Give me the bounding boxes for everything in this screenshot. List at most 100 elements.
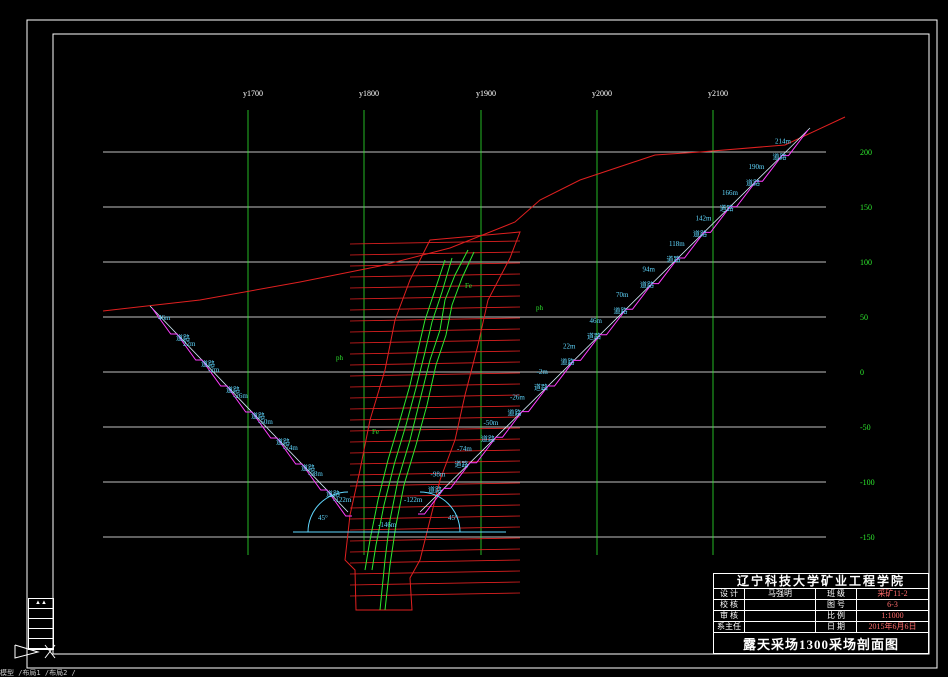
ore-label-fe: Fe bbox=[372, 428, 379, 436]
hatch-line bbox=[349, 449, 521, 454]
bench-label-left: -122m bbox=[333, 496, 352, 504]
terrain-line bbox=[102, 116, 846, 312]
road-label: 道路 bbox=[773, 152, 787, 161]
pit-bottom bbox=[293, 491, 506, 533]
pit-slopes bbox=[149, 127, 811, 513]
elevation-label: 100 bbox=[860, 258, 872, 267]
hatch-line bbox=[349, 339, 521, 344]
bench-label-right: -74m bbox=[457, 445, 472, 453]
elevation-label: -100 bbox=[860, 478, 875, 487]
institution-name: 辽宁科技大学矿业工程学院 bbox=[714, 574, 928, 589]
title-block-cell: 采矿11-2 bbox=[877, 589, 908, 598]
bench-label-right: 46m bbox=[590, 317, 603, 325]
title-block-cell bbox=[745, 600, 816, 610]
title-block-row: 校 核 图 号 6-3 bbox=[714, 600, 928, 611]
exploration-line-label: y1700 bbox=[243, 89, 263, 98]
exploration-line-label: y2100 bbox=[708, 89, 728, 98]
bench-label-right: -26m bbox=[510, 394, 525, 402]
title-block-row: 审 核 比 例 1:1000 bbox=[714, 611, 928, 622]
title-block-cell: 日 期 bbox=[816, 622, 857, 632]
hatch-line bbox=[349, 504, 521, 509]
hatch-line bbox=[349, 317, 521, 322]
bench-label-right: 94m bbox=[643, 266, 656, 274]
hatch-line bbox=[349, 251, 521, 256]
elevation-label: 50 bbox=[860, 313, 868, 322]
bench-label-right: 214m bbox=[775, 138, 792, 146]
title-block-cell: 校 核 bbox=[714, 600, 745, 610]
rock-label-ph: ph bbox=[336, 354, 344, 362]
hatch-line bbox=[349, 581, 521, 586]
elevation-label: 200 bbox=[860, 148, 872, 157]
bench-label-left: -98m bbox=[308, 470, 323, 478]
bench-label-left: -26m bbox=[233, 392, 248, 400]
hatch-line bbox=[349, 350, 521, 355]
bench-label-right: 190m bbox=[749, 163, 766, 171]
elevation-label: 0 bbox=[860, 368, 864, 377]
hatch-line bbox=[349, 306, 521, 311]
title-block-cell: 比 例 bbox=[816, 611, 857, 621]
elevation-label: -50 bbox=[860, 423, 871, 432]
hatch-line bbox=[349, 361, 521, 366]
bench-label-left: -74m bbox=[283, 444, 298, 452]
bench-label-right: -50m bbox=[484, 419, 499, 427]
hatch-line bbox=[349, 515, 521, 520]
hatch-line bbox=[349, 526, 521, 531]
title-block-row: 系主任 日 期 2015年6月6日 bbox=[714, 622, 928, 633]
hatch-line bbox=[349, 405, 521, 410]
road-label: 道路 bbox=[481, 434, 495, 443]
title-block-cell: 审 核 bbox=[714, 611, 745, 621]
pit-bottom-label: -146m bbox=[378, 521, 397, 529]
bench-label-right: 142m bbox=[696, 214, 713, 222]
title-block-cell: 系主任 bbox=[714, 622, 745, 632]
bench-label-right: 118m bbox=[669, 240, 685, 248]
road-label: 道路 bbox=[455, 459, 469, 468]
hatch-line bbox=[349, 460, 521, 465]
bench-label-right: 166m bbox=[722, 189, 739, 197]
bench-label-right: -98m bbox=[431, 470, 446, 478]
bench-label-left: -2m bbox=[208, 366, 220, 374]
slope-angle-left: 45° bbox=[318, 514, 328, 522]
elevation-grid bbox=[103, 151, 826, 538]
road-label: 道路 bbox=[614, 306, 628, 315]
hatch-line bbox=[349, 295, 521, 300]
bench-label-right: 70m bbox=[616, 291, 629, 299]
hatch-line bbox=[349, 273, 521, 278]
hatch-line bbox=[349, 537, 521, 542]
elevation-label: 150 bbox=[860, 203, 872, 212]
drawing-title: 露天采场1300采场剖面图 bbox=[742, 637, 899, 652]
layout-tabs[interactable]: 模型 /布局1 /布局2 / bbox=[0, 669, 948, 677]
hatch-line bbox=[349, 240, 521, 245]
elevation-label: -150 bbox=[860, 533, 875, 542]
title-block-row: 设 计马强明班 级 采矿11-2 bbox=[714, 589, 928, 600]
hatch-line bbox=[349, 570, 521, 575]
road-label: 道路 bbox=[693, 229, 707, 238]
rock-label-ph: ph bbox=[536, 304, 544, 312]
exploration-line-label: y2000 bbox=[592, 89, 612, 98]
slope-angle-right: 45° bbox=[448, 514, 458, 522]
hatch-line bbox=[349, 372, 521, 377]
ore-label-fe: Fe bbox=[465, 282, 472, 290]
road-label: 道路 bbox=[534, 383, 548, 392]
road-label: 道路 bbox=[667, 255, 681, 264]
title-block-cell bbox=[745, 611, 816, 621]
ucs-icon bbox=[14, 644, 56, 659]
title-block: 辽宁科技大学矿业工程学院 设 计马强明班 级 采矿11-2 校 核 图 号 6-3 审 核… bbox=[713, 573, 929, 654]
title-block-cell: 2015年6月6日 bbox=[868, 622, 917, 631]
title-block-cell: 图 号 bbox=[816, 600, 857, 610]
hatch-line bbox=[349, 383, 521, 388]
bench-label-right: -2m bbox=[537, 368, 549, 376]
title-block-cell: 1:1000 bbox=[881, 611, 904, 620]
title-block-cell bbox=[745, 622, 816, 632]
outer-frame bbox=[26, 19, 938, 669]
hatch-line bbox=[349, 394, 521, 399]
title-block-cell: 班 级 bbox=[816, 589, 857, 599]
road-label: 道路 bbox=[587, 331, 601, 340]
exploration-line-label: y1900 bbox=[476, 89, 496, 98]
title-block-cell: 设 计 bbox=[714, 589, 745, 599]
exploration-line-label: y1800 bbox=[359, 89, 379, 98]
road-label: 道路 bbox=[428, 485, 442, 494]
road-label: 道路 bbox=[640, 280, 654, 289]
bench-label-left: -50m bbox=[258, 418, 273, 426]
hatch-line bbox=[349, 592, 521, 597]
road-label: 道路 bbox=[508, 408, 522, 417]
